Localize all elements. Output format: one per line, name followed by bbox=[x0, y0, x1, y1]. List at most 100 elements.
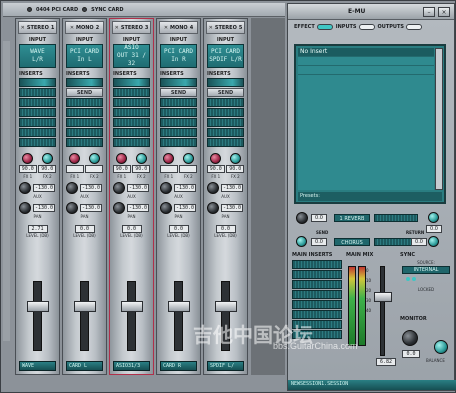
pci-led-icon[interactable] bbox=[27, 7, 32, 12]
insert-slot[interactable] bbox=[113, 98, 150, 107]
gain-value[interactable]: 90.0 bbox=[226, 165, 245, 173]
fader-cap[interactable] bbox=[168, 301, 190, 312]
chorus-return-knob[interactable] bbox=[428, 236, 439, 247]
fader-track[interactable] bbox=[80, 281, 89, 351]
fader-track[interactable] bbox=[33, 281, 42, 351]
sync-led-icon[interactable] bbox=[82, 7, 88, 12]
gain-knob[interactable] bbox=[116, 153, 128, 164]
aux-knob[interactable] bbox=[113, 202, 125, 214]
insert-slot[interactable] bbox=[207, 118, 244, 127]
aux-knob[interactable] bbox=[113, 182, 125, 194]
strip-header[interactable]: ✕ STEREO 5 bbox=[206, 21, 245, 34]
fader-cap[interactable] bbox=[215, 301, 237, 312]
gain-value[interactable]: 90.0 bbox=[38, 165, 57, 173]
reverb-return-value[interactable]: 0.0 bbox=[426, 225, 442, 233]
input-selector[interactable]: PCI CARD In R bbox=[160, 44, 197, 68]
chorus-send-value[interactable]: 0.0 bbox=[311, 238, 327, 246]
insert-slot[interactable] bbox=[292, 300, 342, 309]
chorus-name[interactable]: CHORUS bbox=[334, 238, 370, 246]
main-fader-cap[interactable] bbox=[374, 292, 392, 302]
insert-slot[interactable] bbox=[207, 128, 244, 137]
aux-knob[interactable] bbox=[66, 182, 78, 194]
fader-cap[interactable] bbox=[74, 301, 96, 312]
insert-slot[interactable] bbox=[160, 108, 197, 117]
monitor-level-value[interactable]: 0.0 bbox=[402, 350, 420, 358]
aux-value[interactable]: -130.0 bbox=[33, 204, 55, 212]
insert-slot[interactable] bbox=[19, 78, 56, 87]
insert-slot[interactable] bbox=[113, 118, 150, 127]
insert-slot[interactable] bbox=[66, 98, 103, 107]
insert-slot[interactable] bbox=[160, 138, 197, 147]
level-value[interactable]: 0.0 bbox=[121, 225, 142, 233]
insert-slot[interactable] bbox=[19, 138, 56, 147]
insert-slot[interactable] bbox=[66, 78, 103, 87]
insert-slot[interactable] bbox=[160, 98, 197, 107]
aux-value[interactable]: -130.0 bbox=[174, 184, 196, 192]
insert-slot[interactable] bbox=[160, 128, 197, 137]
aux-knob[interactable] bbox=[160, 202, 172, 214]
insert-slot[interactable] bbox=[207, 108, 244, 117]
left-scroll-rail[interactable] bbox=[3, 41, 10, 341]
aux-knob[interactable] bbox=[66, 202, 78, 214]
aux-knob[interactable] bbox=[207, 182, 219, 194]
presets-bar[interactable]: Presets: bbox=[298, 192, 442, 201]
gain-knob[interactable] bbox=[88, 153, 100, 164]
insert-slot[interactable] bbox=[113, 108, 150, 117]
list-item[interactable] bbox=[298, 66, 434, 75]
reverb-name[interactable]: 1 REVERB bbox=[334, 214, 370, 222]
input-selector[interactable]: PCI CARD In L bbox=[66, 44, 103, 68]
tab-inputs-pill[interactable] bbox=[358, 24, 375, 30]
tab-effect-pill[interactable] bbox=[316, 24, 333, 30]
gain-value[interactable]: 90.0 bbox=[132, 165, 151, 173]
insert-slot[interactable] bbox=[66, 118, 103, 127]
tab-inputs[interactable]: INPUTS bbox=[336, 24, 375, 30]
gain-value[interactable]: 90.0 bbox=[206, 165, 225, 173]
main-level-value[interactable]: 6.82 bbox=[376, 358, 396, 366]
input-selector[interactable]: ASIO OUT 31 / 32 bbox=[113, 44, 150, 68]
aux-knob[interactable] bbox=[19, 202, 31, 214]
close-icon[interactable]: ✕ bbox=[70, 25, 74, 31]
strip-name[interactable]: SPDIF L/ bbox=[207, 361, 244, 371]
aux-value[interactable]: -130.0 bbox=[80, 184, 102, 192]
chorus-return-value[interactable]: 0.0 bbox=[411, 238, 427, 246]
send-button[interactable]: SEND bbox=[160, 88, 197, 97]
fader-cap[interactable] bbox=[27, 301, 49, 312]
insert-slot[interactable] bbox=[113, 128, 150, 137]
level-value[interactable]: 2.71 bbox=[27, 225, 48, 233]
insert-slot[interactable] bbox=[207, 138, 244, 147]
list-item[interactable]: No Insert bbox=[298, 48, 434, 57]
strip-name[interactable]: CARD L bbox=[66, 361, 103, 371]
gain-value[interactable] bbox=[159, 165, 178, 173]
close-button[interactable]: × bbox=[438, 6, 450, 17]
fader-cap[interactable] bbox=[121, 301, 143, 312]
chorus-send-knob[interactable] bbox=[296, 236, 307, 247]
send-button[interactable]: SEND bbox=[66, 88, 103, 97]
gain-knob[interactable] bbox=[135, 153, 147, 164]
strip-name[interactable]: CARD R bbox=[160, 361, 197, 371]
tab-outputs-pill[interactable] bbox=[406, 24, 422, 30]
insert-slot[interactable] bbox=[292, 310, 342, 319]
gain-knob[interactable] bbox=[210, 153, 222, 164]
aux-knob[interactable] bbox=[19, 182, 31, 194]
insert-slot[interactable] bbox=[292, 260, 342, 269]
sync-source-value[interactable]: INTERNAL bbox=[402, 266, 450, 274]
insert-slot[interactable] bbox=[160, 118, 197, 127]
effect-list[interactable]: No Insert bbox=[298, 48, 434, 190]
gain-value[interactable] bbox=[179, 165, 198, 173]
aux-value[interactable]: -130.0 bbox=[33, 184, 55, 192]
tab-outputs[interactable]: OUTPUTS bbox=[378, 24, 422, 30]
strip-header[interactable]: ✕ MONO 2 bbox=[65, 21, 104, 34]
gain-knob[interactable] bbox=[22, 153, 34, 164]
level-value[interactable]: 0.0 bbox=[215, 225, 236, 233]
insert-slot[interactable] bbox=[19, 128, 56, 137]
gain-value[interactable]: 90.0 bbox=[112, 165, 131, 173]
main-fader-track[interactable] bbox=[380, 266, 385, 356]
reverb-return-knob[interactable] bbox=[428, 212, 439, 223]
close-icon[interactable]: ✕ bbox=[209, 25, 213, 31]
strip-header[interactable]: ✕ STEREO 1 bbox=[18, 21, 57, 34]
aux-value[interactable]: -130.0 bbox=[174, 204, 196, 212]
level-value[interactable]: 0.0 bbox=[168, 225, 189, 233]
insert-slot[interactable] bbox=[113, 78, 150, 87]
aux-value[interactable]: -130.0 bbox=[221, 184, 243, 192]
input-selector[interactable]: WAVE L/R bbox=[19, 44, 56, 68]
